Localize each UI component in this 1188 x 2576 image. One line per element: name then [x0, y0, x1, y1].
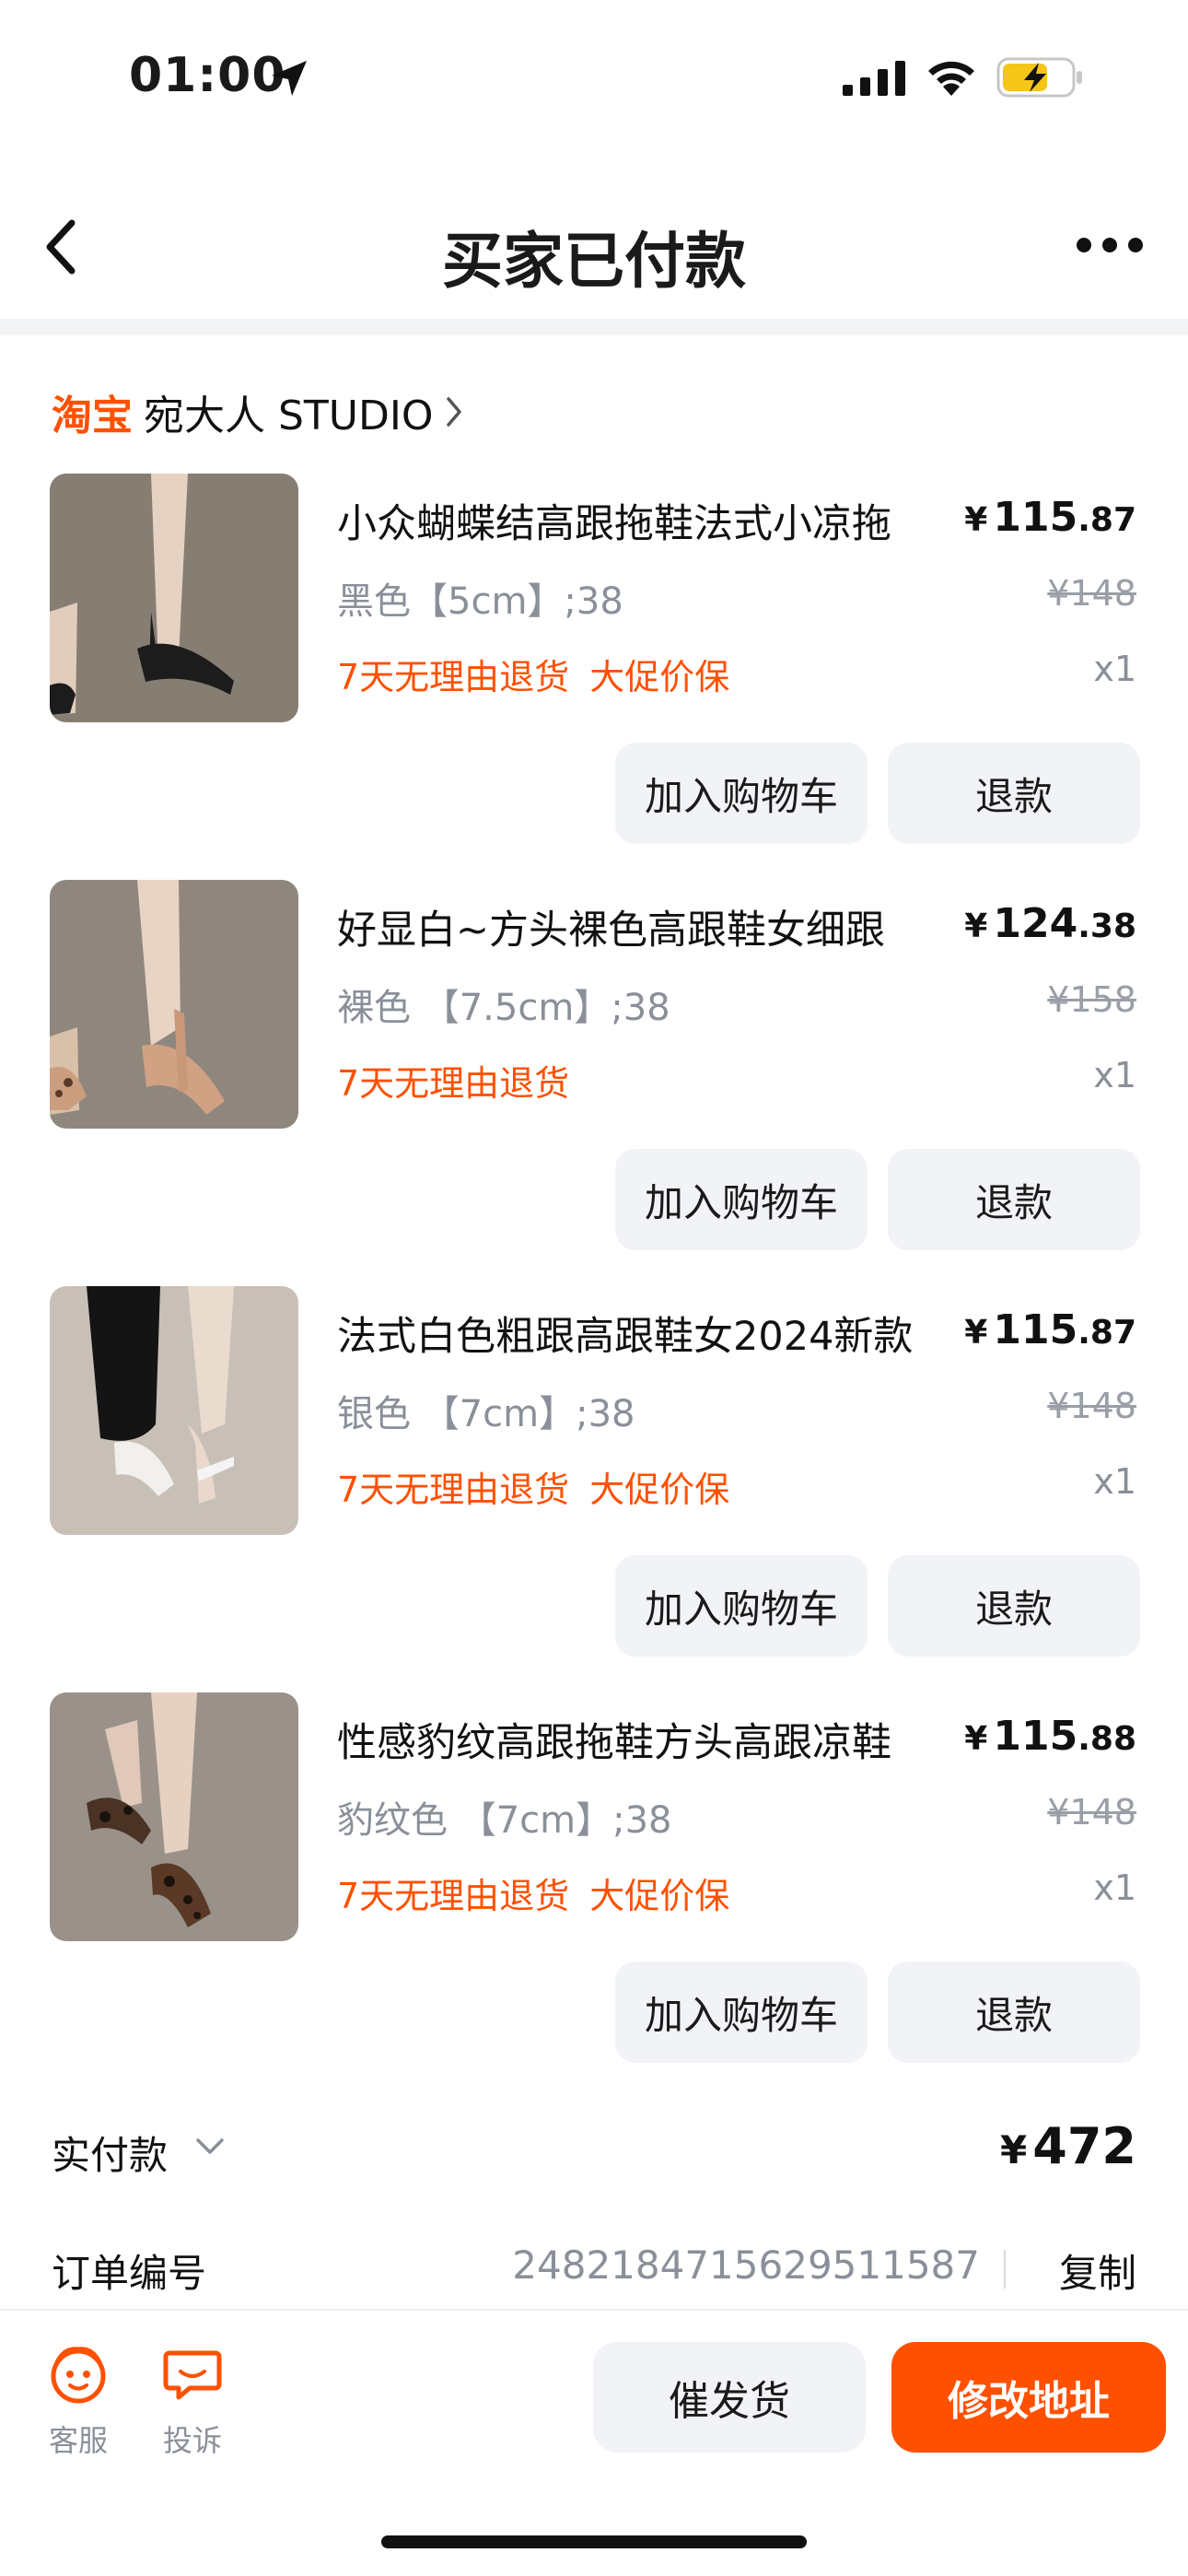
- page-title: 买家已付款: [442, 226, 746, 297]
- status-bar: 01:00: [0, 0, 1188, 157]
- original-price: ¥148: [1047, 573, 1136, 614]
- product-image[interactable]: [50, 880, 298, 1129]
- add-to-cart-button[interactable]: 加入购物车: [615, 1149, 868, 1250]
- tag-return: 7天无理由退货: [337, 657, 570, 697]
- status-time: 01:00: [129, 48, 286, 103]
- service-tags: 7天无理由退货 大促价保: [337, 1461, 729, 1512]
- nav-bar: 买家已付款: [0, 184, 1188, 313]
- cellular-signal-icon: [843, 61, 905, 96]
- tag-return: 7天无理由退货: [337, 1469, 570, 1510]
- original-price: ¥158: [1047, 979, 1136, 1020]
- divider: [1004, 2250, 1006, 2289]
- order-number: 2482184715629511587: [512, 2242, 980, 2288]
- wifi-icon: [928, 61, 974, 96]
- chevron-down-icon[interactable]: [195, 2137, 225, 2156]
- battery-charging-icon: [996, 57, 1082, 98]
- tag-price-protect: 大促价保: [589, 1876, 730, 1916]
- complaint-label: 投诉: [162, 2423, 222, 2458]
- product-image[interactable]: [50, 1286, 298, 1535]
- product-price: ¥115.88: [964, 1713, 1136, 1760]
- paid-amount-row[interactable]: 实付款 ¥472: [52, 2117, 1136, 2182]
- nav-divider: [0, 319, 1188, 335]
- tag-return: 7天无理由退货: [337, 1876, 570, 1916]
- modify-address-button[interactable]: 修改地址: [891, 2342, 1166, 2453]
- complaint-button[interactable]: 投诉: [151, 2344, 234, 2460]
- home-indicator: [381, 2535, 807, 2548]
- product-image[interactable]: [50, 474, 298, 722]
- tag-price-protect: 大促价保: [589, 657, 730, 697]
- original-price: ¥148: [1047, 1386, 1136, 1426]
- refund-button[interactable]: 退款: [888, 1555, 1140, 1657]
- product-quantity: x1: [1093, 1055, 1136, 1095]
- urge-shipment-button[interactable]: 催发货: [593, 2342, 866, 2453]
- tag-price-protect: 大促价保: [589, 1469, 730, 1510]
- customer-service-icon: [51, 2347, 106, 2404]
- chevron-right-icon: [446, 397, 461, 427]
- refund-button[interactable]: 退款: [888, 1149, 1140, 1250]
- product-quantity: x1: [1093, 1461, 1136, 1502]
- shop-header[interactable]: 淘宝 宛大人 STUDIO: [52, 380, 463, 444]
- product-spec: 银色 【7cm】;38: [337, 1393, 635, 1435]
- add-to-cart-button[interactable]: 加入购物车: [615, 1555, 868, 1657]
- refund-button[interactable]: 退款: [888, 1961, 1140, 2063]
- customer-service-label: 客服: [48, 2423, 108, 2458]
- product-price: ¥115.87: [964, 1306, 1136, 1353]
- order-item: 性感豹纹高跟拖鞋方头高跟凉鞋 ¥115.88 豹纹色 【7cm】;38 ¥148…: [0, 1692, 1188, 2098]
- service-tags: 7天无理由退货: [337, 1055, 569, 1106]
- product-price: ¥115.87: [964, 494, 1136, 541]
- original-price: ¥148: [1047, 1792, 1136, 1832]
- product-title[interactable]: 好显白~方头裸色高跟鞋女细跟: [337, 898, 885, 955]
- more-options-icon[interactable]: [1076, 236, 1144, 254]
- order-number-label: 订单编号: [52, 2251, 207, 2296]
- product-spec: 裸色 【7.5cm】;38: [337, 987, 670, 1029]
- taobao-logo: 淘宝: [52, 392, 133, 439]
- product-title[interactable]: 性感豹纹高跟拖鞋方头高跟凉鞋: [337, 1711, 891, 1768]
- customer-service-button[interactable]: 客服: [37, 2344, 120, 2460]
- paid-label: 实付款: [52, 2133, 169, 2178]
- product-image[interactable]: [50, 1692, 298, 1941]
- service-tags: 7天无理由退货 大促价保: [337, 649, 729, 699]
- complaint-icon: [163, 2350, 222, 2400]
- product-price: ¥124.38: [964, 900, 1136, 947]
- product-title[interactable]: 法式白色粗跟高跟鞋女2024新款: [337, 1305, 913, 1362]
- refund-button[interactable]: 退款: [888, 743, 1140, 844]
- add-to-cart-button[interactable]: 加入购物车: [615, 743, 868, 844]
- order-item: 法式白色粗跟高跟鞋女2024新款 ¥115.87 银色 【7cm】;38 ¥14…: [0, 1286, 1188, 1692]
- product-quantity: x1: [1093, 649, 1136, 689]
- tag-return: 7天无理由退货: [337, 1063, 570, 1104]
- paid-amount: ¥472: [1000, 2117, 1136, 2175]
- copy-button[interactable]: 复制: [1059, 2242, 1136, 2299]
- order-item: 好显白~方头裸色高跟鞋女细跟 ¥124.38 裸色 【7.5cm】;38 ¥15…: [0, 880, 1188, 1285]
- location-arrow-icon: [272, 61, 307, 96]
- product-spec: 豹纹色 【7cm】;38: [337, 1799, 672, 1842]
- service-tags: 7天无理由退货 大促价保: [337, 1868, 729, 1918]
- add-to-cart-button[interactable]: 加入购物车: [615, 1961, 868, 2063]
- order-item: 小众蝴蝶结高跟拖鞋法式小凉拖 ¥115.87 黑色【5cm】;38 ¥148 7…: [0, 474, 1188, 879]
- product-spec: 黑色【5cm】;38: [337, 580, 623, 623]
- order-number-row: 订单编号 2482184715629511587 复制: [52, 2237, 1136, 2301]
- product-quantity: x1: [1093, 1868, 1136, 1908]
- shop-name: 宛大人 STUDIO: [144, 392, 434, 439]
- product-title[interactable]: 小众蝴蝶结高跟拖鞋法式小凉拖: [337, 492, 891, 549]
